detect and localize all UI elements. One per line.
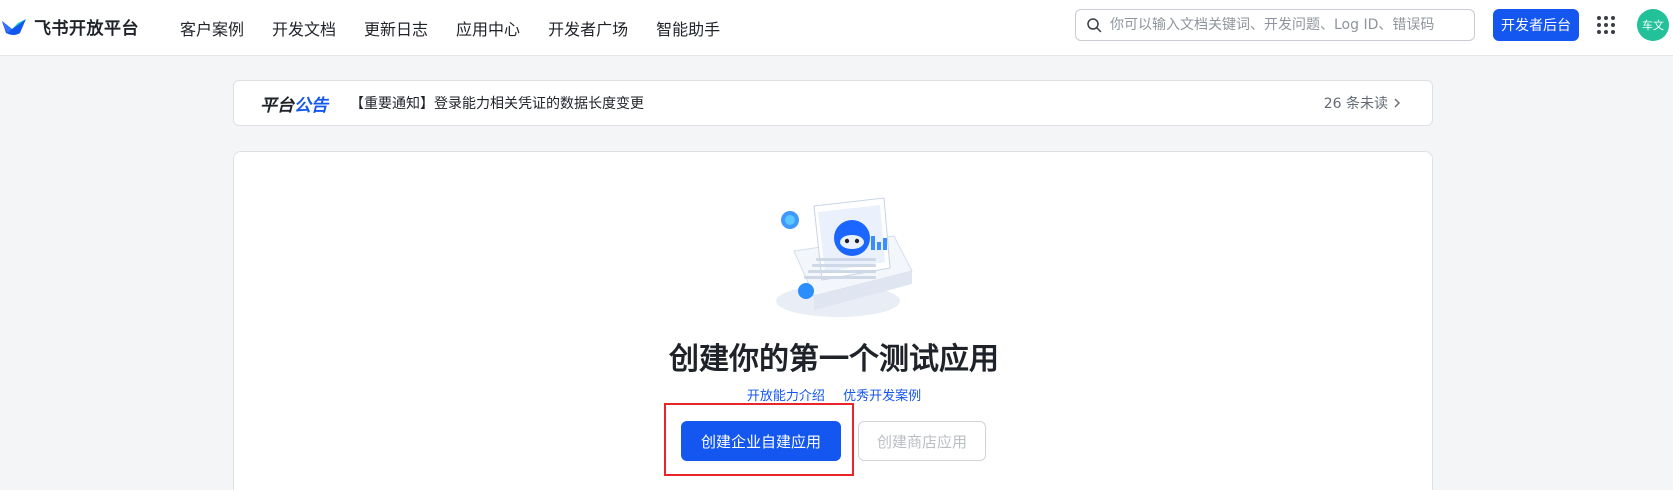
announcement-text[interactable]: 【重要通知】登录能力相关凭证的数据长度变更: [350, 93, 644, 113]
page-title: 创建你的第一个测试应用: [669, 342, 999, 377]
announcement-tag: 平台公告: [260, 95, 328, 116]
laptop-robot-illustration: [776, 197, 913, 317]
create-store-app-button[interactable]: 创建商店应用: [858, 421, 986, 461]
app-grid-icon[interactable]: [1597, 16, 1615, 34]
nav-item-smart-assistant[interactable]: 智能助手: [656, 16, 720, 40]
developer-console-button[interactable]: 开发者后台: [1493, 9, 1579, 41]
announcement-bar: 平台公告 【重要通知】登录能力相关凭证的数据长度变更 26 条未读: [233, 80, 1433, 126]
feishu-logo-icon: [2, 18, 26, 35]
top-navigation-bar: 飞书开放平台 客户案例 开发文档 更新日志 应用中心 开发者广场 智能助手 开发…: [0, 0, 1673, 56]
main-nav: 客户案例 开发文档 更新日志 应用中心 开发者广场 智能助手: [180, 0, 748, 56]
red-highlight-box: [664, 403, 854, 476]
link-excellent-cases[interactable]: 优秀开发案例: [843, 389, 921, 404]
user-avatar[interactable]: 车文: [1637, 9, 1669, 41]
help-links: 开放能力介绍 优秀开发案例: [234, 385, 1434, 404]
brand-name: 飞书开放平台: [34, 19, 139, 39]
nav-item-changelog[interactable]: 更新日志: [364, 16, 428, 40]
link-open-capabilities[interactable]: 开放能力介绍: [747, 389, 825, 404]
brand[interactable]: 飞书开放平台: [0, 14, 139, 39]
search-input[interactable]: [1110, 17, 1460, 33]
nav-item-dev-docs[interactable]: 开发文档: [272, 16, 336, 40]
nav-item-customer-cases[interactable]: 客户案例: [180, 16, 244, 40]
unread-count-link[interactable]: 26 条未读: [1324, 93, 1402, 113]
search-box[interactable]: [1075, 9, 1475, 41]
search-icon: [1087, 18, 1102, 33]
nav-item-app-center[interactable]: 应用中心: [456, 16, 520, 40]
nav-item-developer-square[interactable]: 开发者广场: [548, 16, 628, 40]
chevron-right-icon: [1394, 98, 1400, 108]
